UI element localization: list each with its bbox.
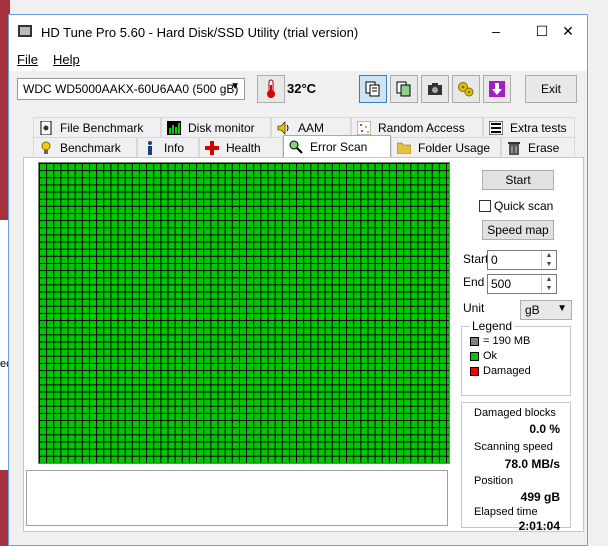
start-scan-button[interactable]: Start bbox=[482, 170, 554, 190]
tab-benchmark[interactable]: Benchmark bbox=[33, 137, 137, 157]
tab-random-access[interactable]: Random Access bbox=[351, 117, 483, 137]
minimize-button[interactable]: – bbox=[473, 15, 519, 49]
tab-file-benchmark[interactable]: File Benchmark bbox=[33, 117, 161, 137]
block-swatch bbox=[470, 336, 479, 346]
tab-label: Folder Usage bbox=[418, 140, 491, 155]
tab-label: Error Scan bbox=[310, 139, 368, 154]
spin-arrows-icon[interactable]: ▲ ▼ bbox=[541, 251, 556, 269]
spin-arrows-icon[interactable]: ▲ ▼ bbox=[541, 275, 556, 293]
legend-block-label: = 190 MB bbox=[483, 335, 531, 347]
quick-scan-checkbox[interactable] bbox=[479, 200, 491, 212]
temperature-readout: 32°C bbox=[287, 81, 317, 96]
tab-label: Disk monitor bbox=[188, 120, 255, 135]
legend-ok-label: Ok bbox=[483, 350, 498, 362]
tab-label: Random Access bbox=[378, 120, 465, 135]
magnifier-icon bbox=[288, 139, 304, 155]
camera-icon bbox=[428, 83, 442, 95]
ok-swatch bbox=[470, 351, 479, 361]
scan-block-map bbox=[38, 162, 450, 464]
tab-label: Benchmark bbox=[60, 140, 121, 155]
tab-info[interactable]: Info bbox=[137, 137, 199, 157]
scan-stats-box: Damaged blocks 0.0 % Scanning speed 78.0… bbox=[461, 402, 571, 533]
scanning-speed-value: 78.0 MB/s bbox=[504, 457, 560, 471]
tab-aam[interactable]: AAM bbox=[271, 117, 351, 137]
copy-info-button[interactable] bbox=[359, 75, 387, 103]
save-button[interactable] bbox=[483, 75, 511, 103]
start-value-input[interactable]: 0 ▲ ▼ bbox=[487, 250, 557, 270]
scan-log bbox=[26, 470, 448, 526]
tab-folder-usage[interactable]: Folder Usage bbox=[391, 137, 501, 157]
position-value: 499 gB bbox=[520, 490, 560, 504]
tab-health[interactable]: Health bbox=[199, 137, 283, 157]
thermometer-icon bbox=[267, 79, 275, 98]
window-title: HD Tune Pro 5.60 - Hard Disk/SSD Utility… bbox=[41, 25, 359, 40]
elapsed-time-label: Elapsed time bbox=[474, 506, 538, 518]
end-label: End bbox=[463, 275, 485, 289]
damaged-swatch bbox=[470, 366, 479, 376]
temperature-button[interactable] bbox=[257, 75, 285, 103]
close-button[interactable]: ✕ bbox=[549, 15, 587, 49]
copy-image-icon bbox=[396, 81, 411, 97]
tab-disk-monitor[interactable]: Disk monitor bbox=[161, 117, 271, 137]
tab-error-scan[interactable]: Error Scan bbox=[283, 135, 391, 157]
disk-monitor-icon bbox=[166, 120, 182, 136]
tab-label: AAM bbox=[298, 120, 325, 135]
screenshot-button[interactable] bbox=[421, 75, 449, 103]
lightbulb-icon bbox=[38, 140, 54, 156]
extra-tests-icon bbox=[488, 120, 504, 136]
tab-erase[interactable]: Erase bbox=[501, 137, 575, 157]
unit-value: gB bbox=[525, 303, 540, 317]
elapsed-time-value: 2:01:04 bbox=[518, 519, 560, 533]
tab-extra-tests[interactable]: Extra tests bbox=[483, 117, 575, 137]
gears-icon bbox=[458, 82, 474, 97]
legend-ok: Ok bbox=[470, 350, 497, 362]
start-value: 0 bbox=[491, 253, 498, 267]
quick-scan-label: Quick scan bbox=[494, 199, 554, 213]
legend-title: Legend bbox=[470, 319, 515, 333]
app-icon bbox=[18, 25, 32, 37]
info-icon bbox=[142, 140, 158, 156]
end-value-input[interactable]: 500 ▲ ▼ bbox=[487, 274, 557, 294]
drive-select[interactable]: WDC WD5000AAKX-60U6AA0 (500 gB) ▼ bbox=[17, 78, 245, 100]
speed-map-button[interactable]: Speed map bbox=[482, 220, 554, 240]
trash-icon bbox=[506, 140, 522, 156]
chevron-down-icon: ▼ bbox=[230, 81, 240, 92]
damaged-blocks-label: Damaged blocks bbox=[474, 407, 556, 419]
tab-label: Erase bbox=[528, 140, 560, 155]
position-label: Position bbox=[474, 475, 514, 487]
scanning-speed-label: Scanning speed bbox=[474, 441, 553, 453]
legend-damaged: Damaged bbox=[470, 365, 531, 377]
tab-label: File Benchmark bbox=[60, 120, 144, 135]
menu-help[interactable]: Help bbox=[53, 52, 80, 67]
copy-text-icon bbox=[365, 81, 380, 97]
options-button[interactable] bbox=[452, 75, 480, 103]
folder-icon bbox=[396, 140, 412, 156]
title-bar: HD Tune Pro 5.60 - Hard Disk/SSD Utility… bbox=[9, 15, 587, 49]
tab-label: Info bbox=[164, 140, 185, 155]
chevron-down-icon: ▼ bbox=[557, 303, 567, 314]
tab-label: Extra tests bbox=[510, 120, 567, 135]
health-cross-icon bbox=[204, 140, 220, 156]
legend-box: Legend = 190 MB Ok Damaged bbox=[461, 319, 571, 396]
download-arrow-icon bbox=[489, 81, 505, 97]
damaged-blocks-value: 0.0 % bbox=[529, 422, 560, 436]
unit-label: Unit bbox=[463, 301, 485, 315]
tab-label: Health bbox=[226, 140, 261, 155]
menu-file[interactable]: File bbox=[17, 52, 38, 67]
file-benchmark-icon bbox=[38, 120, 54, 136]
start-label: Start bbox=[463, 252, 489, 266]
end-value: 500 bbox=[491, 277, 512, 291]
unit-select[interactable]: gB ▼ bbox=[520, 300, 572, 320]
app-window: HD Tune Pro 5.60 - Hard Disk/SSD Utility… bbox=[8, 14, 588, 546]
copy-screenshot-button[interactable] bbox=[390, 75, 418, 103]
random-access-icon bbox=[356, 120, 372, 136]
speaker-icon bbox=[276, 120, 292, 136]
exit-button[interactable]: Exit bbox=[525, 75, 577, 103]
toolbar: WDC WD5000AAKX-60U6AA0 (500 gB) ▼ 32°C E… bbox=[9, 71, 587, 107]
menu-bar: File Help bbox=[9, 49, 587, 71]
legend-damaged-label: Damaged bbox=[483, 365, 531, 377]
legend-block-size: = 190 MB bbox=[470, 335, 530, 347]
error-scan-panel: Start Quick scan Speed map Start 0 ▲ ▼ En… bbox=[23, 157, 584, 533]
drive-select-value: WDC WD5000AAKX-60U6AA0 (500 gB) bbox=[23, 82, 239, 96]
